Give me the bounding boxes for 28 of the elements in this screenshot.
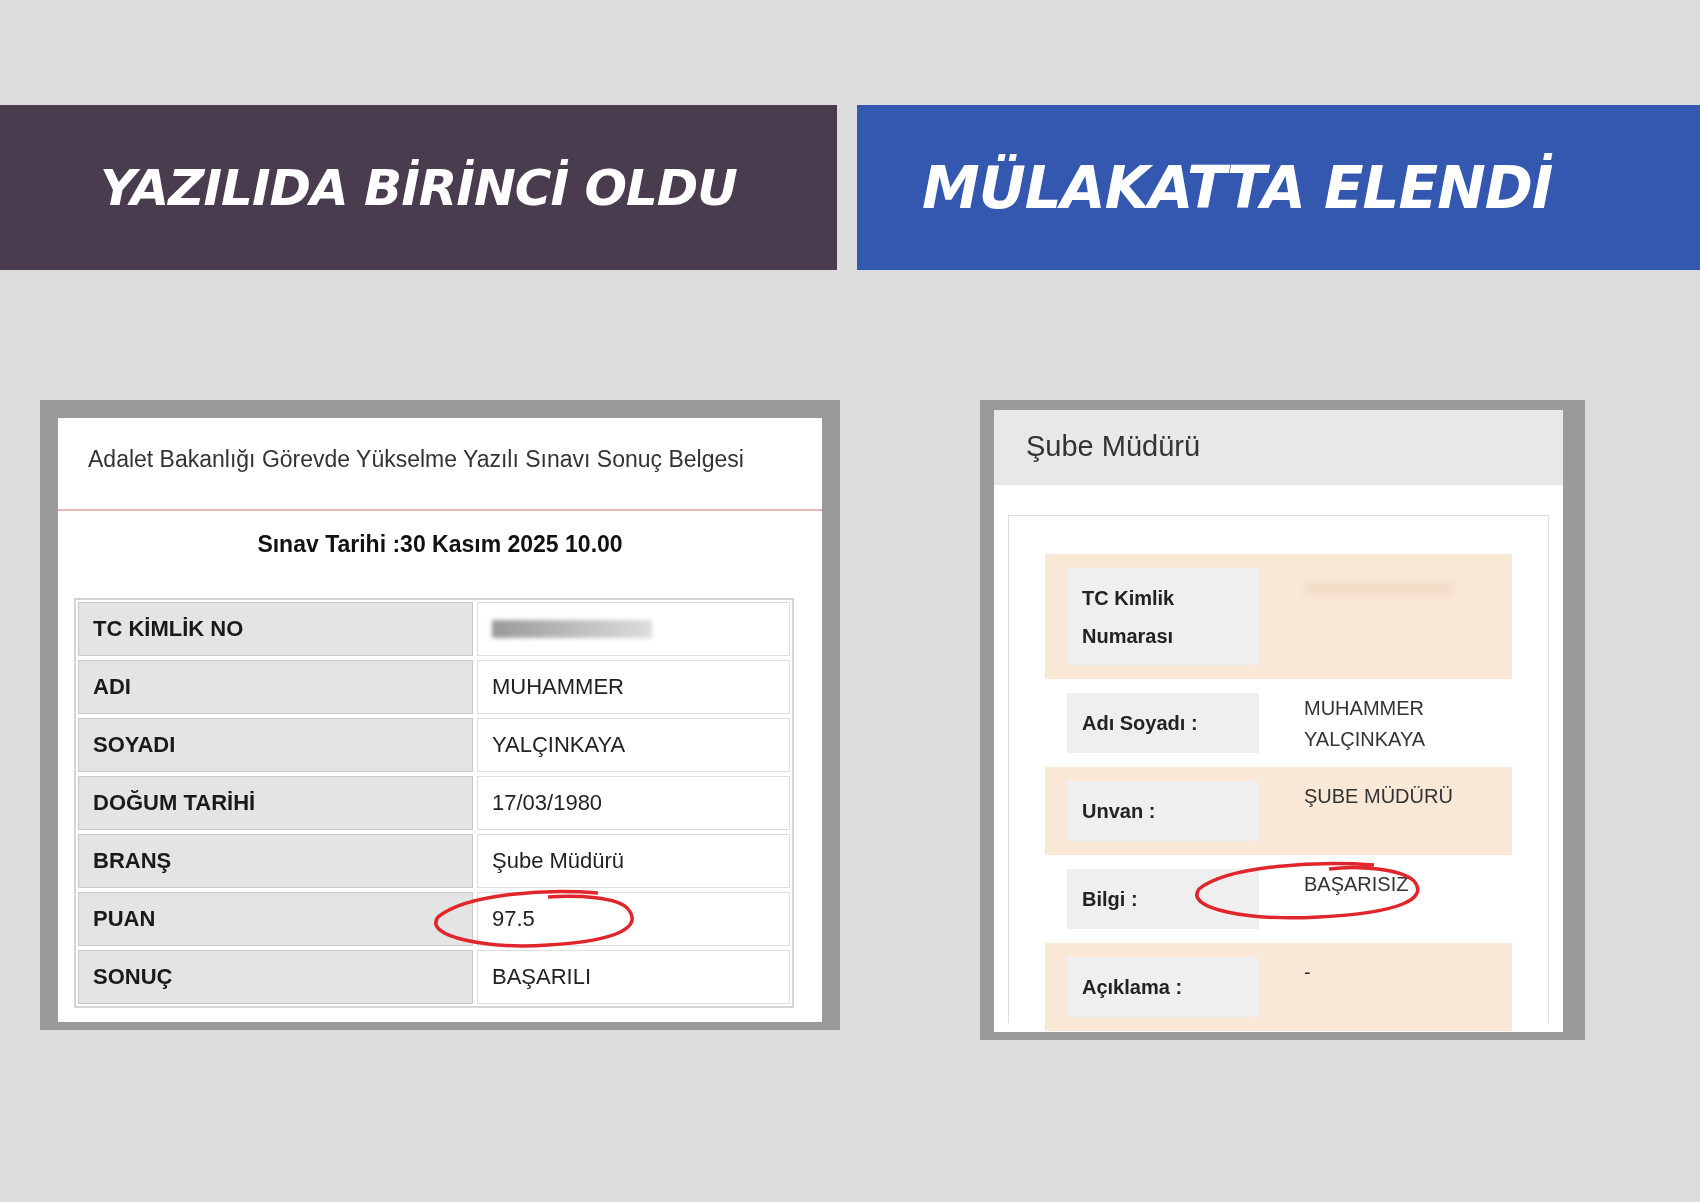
field-value: MUHAMMER: [1304, 696, 1425, 721]
field-label: Bilgi :: [1067, 869, 1259, 929]
cell-text: BAŞARILI: [492, 964, 592, 990]
table-header-cell: DOĞUM TARİHİ: [78, 776, 473, 830]
field-value: YALÇINKAYA: [1304, 727, 1427, 752]
exam-date: Sınav Tarihi :30 Kasım 2025 10.00: [256, 530, 624, 559]
cell-text: Şube Müdürü: [492, 848, 625, 874]
headline-text: MÜLAKATTA ELENDİ: [922, 153, 1553, 222]
table-header-cell: SONUÇ: [78, 950, 473, 1004]
field-label: TC Kimlik Numarası: [1067, 568, 1259, 665]
field-label: Açıklama :: [1067, 957, 1259, 1017]
field-value: BAŞARISIZ: [1304, 872, 1410, 897]
field-value: ŞUBE MÜDÜRÜ: [1304, 784, 1454, 809]
table-header-cell: ADI: [78, 660, 473, 714]
document-title: Adalet Bakanlığı Görevde Yükselme Yazılı Sınavı Sonuç Belgesi: [58, 418, 822, 511]
position-title: Şube Müdürü: [994, 410, 1563, 485]
field-label: Unvan :: [1067, 781, 1259, 841]
field-label: Adı Soyadı :: [1067, 693, 1259, 753]
table-header-cell: BRANŞ: [78, 834, 473, 888]
cell-text: 97.5: [492, 906, 535, 932]
table-header-cell: PUAN: [78, 892, 473, 946]
field-value: -: [1304, 960, 1312, 985]
headline-text: YAZILIDA BİRİNCİ OLDU: [100, 158, 737, 217]
table-header-cell: TC KİMLİK NO: [78, 602, 473, 656]
cell-text: MUHAMMER: [492, 674, 624, 700]
cell-text: 17/03/1980: [492, 790, 603, 816]
cell-text: YALÇINKAYA: [492, 732, 626, 758]
table-header-cell: SOYADI: [78, 718, 473, 772]
